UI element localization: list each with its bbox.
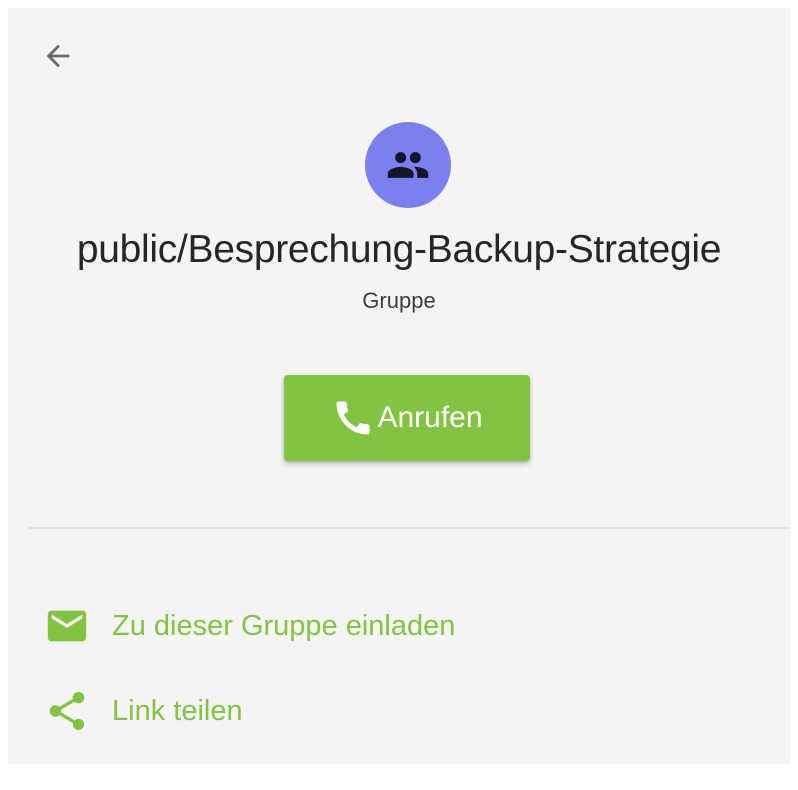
share-link-button[interactable]: Link teilen (44, 689, 243, 733)
share-icon (49, 691, 85, 731)
share-link-label: Link teilen (112, 694, 243, 727)
conversation-title: public/Besprechung-Backup-Strategie (76, 228, 722, 271)
invite-to-group-button[interactable]: Zu dieser Gruppe einladen (44, 604, 455, 648)
invite-to-group-label: Zu dieser Gruppe einladen (112, 609, 456, 642)
conversation-type: Gruppe (362, 288, 436, 313)
share-icon-wrap (44, 689, 94, 733)
arrow-left-icon (46, 44, 70, 68)
mail-icon-wrap (44, 604, 94, 648)
divider (28, 527, 790, 529)
phone-icon (336, 401, 370, 435)
group-icon (387, 152, 429, 178)
call-button-label: Anrufen (377, 401, 483, 434)
call-button[interactable]: Anrufen (284, 375, 530, 461)
mail-icon (47, 610, 87, 642)
back-button[interactable] (38, 36, 78, 76)
group-avatar (365, 122, 451, 208)
conversation-info-panel: public/Besprechung-Backup-Strategie Grup… (8, 8, 790, 764)
